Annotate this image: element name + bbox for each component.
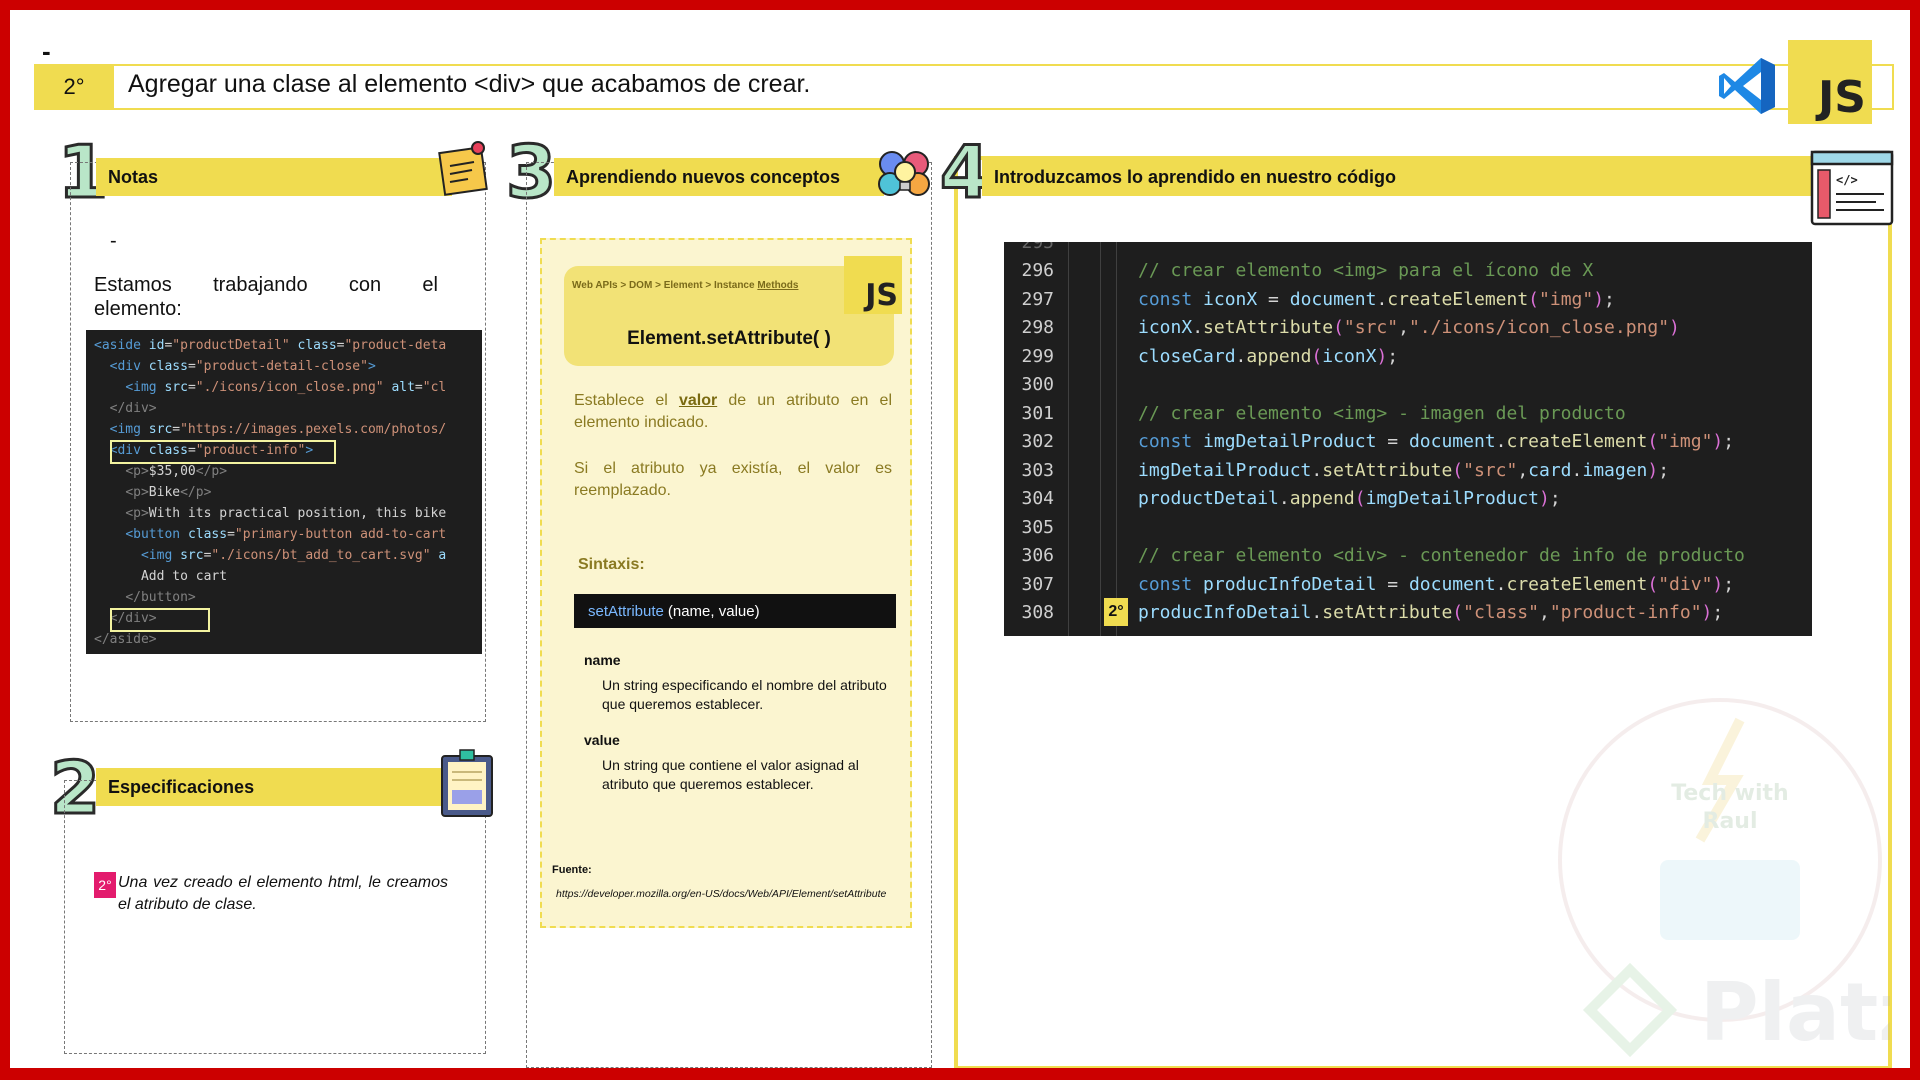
top-dash: - — [42, 36, 51, 66]
html-code-line: <img src="./icons/icon_close.png" alt="c… — [125, 380, 447, 395]
line-number: 301 — [1021, 402, 1054, 424]
code-line: iconX.setAttribute("src","./icons/icon_c… — [1138, 317, 1680, 338]
line-number: 298 — [1021, 317, 1054, 338]
mdn-syntax-box: setAttribute (name, value) — [574, 594, 896, 628]
specs-panel — [64, 780, 486, 1054]
line-number: 302 — [1021, 431, 1054, 452]
code-line-comment: // crear elemento <img> - imagen del pro… — [1138, 402, 1626, 424]
specs-header: Especificaciones — [96, 768, 442, 806]
code-line: const producInfoDetail = document.create… — [1138, 573, 1735, 595]
highlight-div-close — [110, 608, 210, 632]
watermark-line2: Raul — [1703, 809, 1758, 834]
highlight-div-open — [110, 440, 336, 464]
step-title: Agregar una clase al elemento <div> que … — [128, 70, 811, 98]
line-number: 306 — [1021, 545, 1054, 566]
code-line: const imgDetailProduct = document.create… — [1138, 431, 1735, 452]
line-number-partial: 295 — [1021, 242, 1054, 253]
concepts-header: Aprendiendo nuevos conceptos — [554, 158, 884, 196]
html-code-line: <button class="primary-button add-to-car… — [125, 527, 447, 542]
code-line: producInfoDetail.setAttribute("class","p… — [1138, 602, 1724, 623]
notes-bullet: - — [110, 230, 117, 252]
sticky-note-icon — [438, 138, 492, 198]
code-window-icon: </> — [1810, 150, 1894, 226]
indent-guide — [1068, 242, 1069, 636]
mdn-description-2: Si el atributo ya existía, el valor es r… — [574, 460, 892, 499]
watermark-line1: Tech with — [1671, 781, 1788, 806]
platzi-watermark: Tech with Raul Platzi — [1550, 690, 1910, 1068]
js-logo-icon: JS — [1788, 40, 1872, 124]
indent-guide — [1100, 242, 1101, 636]
html-code-line: <img src="https://images.pexels.com/phot… — [109, 422, 447, 437]
html-code-line: Add to cart — [94, 569, 228, 584]
line-number: 296 — [1021, 260, 1054, 281]
mdn-source-link[interactable]: https://developer.mozilla.org/en-US/docs… — [556, 888, 886, 900]
code-header: Introduzcamos lo aprendido en nuestro có… — [982, 158, 1812, 196]
html-code-snippet: <aside id="productDetail" class="product… — [86, 330, 482, 654]
specs-title: Especificaciones — [108, 776, 255, 797]
mdn-param1-name: name — [584, 652, 621, 668]
mdn-param2-name: value — [584, 732, 620, 748]
code-line: imgDetailProduct.setAttribute("src",card… — [1138, 459, 1670, 481]
html-code-line: <div class="product-detail-close"> — [109, 359, 376, 374]
line-number: 299 — [1021, 345, 1054, 367]
mdn-syntax-args: (name, value) — [667, 602, 760, 620]
mdn-source-label: Fuente: — [552, 864, 592, 876]
mdn-param1-desc: Un string especificando el nombre del at… — [602, 677, 887, 712]
html-code-line: <img src="./icons/bt_add_to_cart.svg" a — [140, 548, 447, 563]
clipboard-icon — [440, 748, 496, 818]
mdn-param2-desc: Un string que contiene el valor asignad … — [602, 757, 859, 792]
html-code-line: </div> — [109, 401, 157, 416]
slide-canvas: - 2° Agregar una clase al elemento <div>… — [10, 10, 1910, 1068]
mdn-description-1: Establece el valor de un atributo en el … — [574, 390, 892, 434]
line-number: 305 — [1021, 516, 1054, 538]
html-code-line: <p>With its practical position, this bik… — [125, 506, 447, 521]
code-line-comment: // crear elemento <div> - contenedor de … — [1138, 545, 1745, 566]
mdn-breadcrumb-path: Web APIs > DOM > Element > Instance — [572, 280, 758, 291]
line-number: 303 — [1021, 459, 1054, 481]
line-number: 308 — [1021, 602, 1054, 623]
brain-lightbulb-icon — [876, 146, 934, 202]
code-line: const iconX = document.createElement("im… — [1138, 288, 1615, 310]
specs-note: Una vez creado el elemento html, le crea… — [118, 874, 448, 913]
mdn-desc1-bold: valor — [678, 392, 718, 409]
line-number: 304 — [1021, 488, 1054, 509]
html-code-line: <p>$35,00</p> — [125, 464, 228, 479]
code-line-comment: // crear elemento <img> para el ícono de… — [1138, 260, 1594, 281]
step-number: 2° — [34, 64, 114, 110]
watermark-brand: Platzi — [1700, 966, 1890, 1059]
html-code-line: </button> — [125, 590, 196, 605]
vscode-icon — [1715, 54, 1779, 118]
line-number: 297 — [1021, 288, 1054, 310]
indent-guide — [1116, 242, 1117, 636]
mdn-js-icon: JS — [844, 256, 902, 314]
code-title: Introduzcamos lo aprendido en nuestro có… — [994, 166, 1397, 187]
code-line: productDetail.append(imgDetailProduct); — [1138, 488, 1561, 509]
mdn-desc1-pre: Establece el — [574, 392, 679, 409]
code-step-badge: 2° — [1104, 598, 1128, 626]
mdn-method-title: Element.setAttribute( ) — [627, 328, 831, 349]
line-number: 307 — [1021, 573, 1054, 595]
concepts-title: Aprendiendo nuevos conceptos — [566, 166, 841, 187]
specs-step-badge: 2° — [94, 872, 116, 898]
notes-title: Notas — [108, 166, 159, 187]
notes-header: Notas — [96, 158, 452, 196]
svg-text:</>: </> — [1836, 173, 1858, 187]
notes-text-line2: elemento: — [94, 298, 182, 320]
code-line: closeCard.append(iconX); — [1138, 345, 1399, 367]
html-code-line: <p>Bike</p> — [125, 485, 212, 500]
js-logo-text: JS — [1817, 72, 1866, 123]
mdn-breadcrumb: Web APIs > DOM > Element > Instance Meth… — [572, 280, 798, 291]
code-editor: 295 296 297 298 299 300 301 302 303 304 … — [1004, 242, 1812, 636]
mdn-js-text: JS — [865, 278, 898, 313]
mdn-syntax-method: setAttribute — [588, 602, 664, 620]
html-code-line: <aside id="productDetail" class="product… — [94, 338, 447, 353]
html-code-line: </aside> — [94, 632, 157, 647]
mdn-breadcrumb-link[interactable]: Methods — [757, 280, 798, 291]
mdn-syntax-label: Sintaxis: — [578, 556, 645, 573]
line-number: 300 — [1021, 374, 1054, 395]
notes-text-line1: Estamos trabajando con el — [94, 274, 438, 296]
